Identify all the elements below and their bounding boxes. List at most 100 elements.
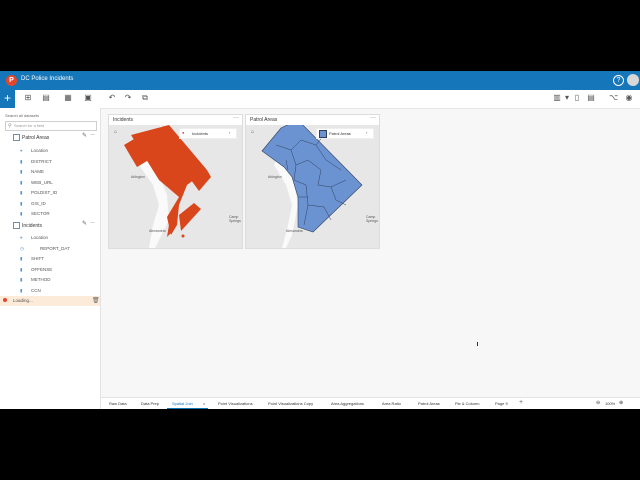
tab-spatial-join[interactable]: Spatial Join bbox=[172, 401, 193, 406]
app-logo-icon: P bbox=[6, 75, 17, 86]
map-label-alexandria: Alexandria bbox=[149, 229, 166, 233]
help-icon[interactable]: ? bbox=[613, 75, 624, 86]
search-input[interactable]: ⚲ Search for a field bbox=[5, 121, 97, 131]
map-area[interactable]: ⌂ ● Incidents › Arlington Alexandria Cam… bbox=[109, 125, 242, 248]
page-tabs: Raw Data Data Prep Spatial Join × Point … bbox=[101, 397, 640, 409]
tab-data-prep[interactable]: Data Prep bbox=[141, 401, 159, 406]
add-button[interactable]: + bbox=[0, 90, 15, 108]
string-field-icon: ▮ bbox=[20, 211, 23, 216]
tab-pie-column[interactable]: Pie & Column bbox=[455, 401, 479, 406]
location-icon: ⌖ bbox=[20, 235, 23, 240]
field-item[interactable]: WEB_URL bbox=[31, 180, 53, 185]
incidents-map bbox=[124, 125, 211, 248]
zoom-level: 100% bbox=[605, 401, 616, 406]
legend-label: Incidents bbox=[192, 131, 209, 136]
loading-icon bbox=[3, 298, 7, 302]
more-icon[interactable]: ··· bbox=[233, 115, 239, 121]
map-label-alexandria: Alexandria bbox=[286, 229, 303, 233]
tab-patrol-areas[interactable]: Patrol Areas bbox=[418, 401, 440, 406]
map-card-patrol-areas[interactable]: Patrol Areas ··· ⌂ Patrol Areas › Arling… bbox=[245, 114, 380, 249]
more-icon[interactable]: ··· bbox=[90, 132, 95, 138]
field-item[interactable]: CCN bbox=[31, 288, 41, 293]
home-icon[interactable]: ⌂ bbox=[114, 129, 117, 135]
edit-icon[interactable]: ✎ bbox=[82, 132, 87, 139]
map-label-arlington: Arlington bbox=[268, 175, 282, 179]
grid-icon[interactable]: ▦ bbox=[64, 94, 72, 102]
redo-icon[interactable]: ↷ bbox=[124, 94, 132, 102]
string-field-icon: ▮ bbox=[20, 256, 23, 261]
card-title: Patrol Areas bbox=[250, 117, 278, 123]
tab-page-9[interactable]: Page 9 bbox=[495, 401, 508, 406]
tab-raw-data[interactable]: Raw Data bbox=[109, 401, 127, 406]
fit-icon[interactable]: ⧉ bbox=[141, 94, 149, 102]
app-title: DC Police Incidents bbox=[21, 76, 74, 82]
home-icon[interactable]: ⌂ bbox=[251, 129, 254, 135]
avatar[interactable] bbox=[627, 74, 639, 86]
toolbar: + ⊞ ▤ ▦ ▣ ↶ ↷ ⧉ ▥ ▾ ▯ ▤ ⌥ ◉ bbox=[0, 90, 640, 109]
string-field-icon: ▮ bbox=[20, 201, 23, 206]
loading-row: Loading... 🗑 bbox=[0, 296, 100, 306]
dataset-title[interactable]: Incidents bbox=[22, 223, 42, 229]
map-card-incidents[interactable]: Incidents ··· ⌂ ● Incidents › Arlington … bbox=[108, 114, 243, 249]
map-label-arlington: Arlington bbox=[131, 175, 145, 179]
field-item[interactable]: METHOD bbox=[31, 277, 51, 282]
chevron-down-icon[interactable]: ▾ bbox=[563, 94, 571, 102]
trash-icon[interactable]: 🗑 bbox=[92, 297, 100, 304]
chevron-right-icon[interactable]: › bbox=[366, 130, 367, 135]
active-tab-indicator bbox=[167, 408, 208, 409]
string-field-icon: ▮ bbox=[20, 180, 23, 185]
patrol-areas-map bbox=[261, 125, 363, 248]
search-caption: Search all datasets bbox=[5, 113, 40, 118]
undo-icon[interactable]: ↶ bbox=[108, 94, 116, 102]
tab-area-aggregations[interactable]: Area Aggregations bbox=[331, 401, 364, 406]
tab-close-icon[interactable]: × bbox=[203, 401, 205, 406]
field-item[interactable]: DISTRICT bbox=[31, 159, 52, 164]
chevron-right-icon[interactable]: › bbox=[229, 130, 230, 135]
share-icon[interactable]: ⌥ bbox=[609, 94, 618, 102]
layout-icon[interactable]: ▤ bbox=[42, 94, 50, 102]
dataset-title[interactable]: Patrol Areas bbox=[22, 135, 49, 141]
app-window: P DC Police Incidents ? + ⊞ ▤ ▦ ▣ ↶ ↷ ⧉ … bbox=[0, 71, 640, 409]
field-item[interactable]: Location bbox=[31, 235, 48, 240]
filter-icon[interactable]: ▤ bbox=[587, 94, 595, 102]
more-icon[interactable]: ··· bbox=[90, 220, 95, 226]
legend-label: Patrol Areas bbox=[329, 131, 351, 136]
search-icon: ⚲ bbox=[8, 123, 12, 129]
map-legend[interactable]: Patrol Areas › bbox=[316, 128, 374, 139]
map-area[interactable]: ⌂ Patrol Areas › Arlington Alexandria Ca… bbox=[246, 125, 379, 248]
field-item[interactable]: POLDIST_ID bbox=[31, 190, 57, 195]
cards-view-icon[interactable]: ▥ bbox=[553, 94, 561, 102]
string-field-icon: ▮ bbox=[20, 267, 23, 272]
field-item[interactable]: OFFENSE bbox=[31, 267, 52, 272]
field-item[interactable]: NAME bbox=[31, 169, 44, 174]
legend-areas-icon bbox=[319, 130, 327, 138]
add-page-icon[interactable]: + bbox=[519, 399, 523, 406]
string-field-icon: ▮ bbox=[20, 190, 23, 195]
legend-points-icon: ● bbox=[182, 130, 185, 135]
field-item[interactable]: GIS_ID bbox=[31, 201, 46, 206]
tab-point-visualizations[interactable]: Point Visualizations bbox=[218, 401, 253, 406]
tab-area-ratio[interactable]: Area Ratio bbox=[382, 401, 401, 406]
title-bar: P DC Police Incidents ? bbox=[0, 71, 640, 90]
tab-point-visualizations-copy[interactable]: Point Visualizations Copy bbox=[268, 401, 313, 406]
field-item[interactable]: REPORT_DAT bbox=[40, 246, 70, 251]
dataset-table-icon bbox=[13, 134, 20, 141]
add-data-icon[interactable]: ⊞ bbox=[24, 94, 32, 102]
search-placeholder: Search for a field bbox=[14, 123, 45, 128]
string-field-icon: ▮ bbox=[20, 277, 23, 282]
table-icon[interactable]: ▣ bbox=[84, 94, 92, 102]
edit-icon[interactable]: ✎ bbox=[82, 220, 87, 227]
map-legend[interactable]: ● Incidents › bbox=[179, 128, 237, 139]
field-item[interactable]: SECTOR bbox=[31, 211, 50, 216]
string-field-icon: ▮ bbox=[20, 169, 23, 174]
data-pane: Search all datasets ⚲ Search for a field… bbox=[0, 108, 101, 409]
map-label-camp-springs: Camp Springs bbox=[366, 215, 378, 223]
location-icon: ⌖ bbox=[20, 148, 23, 153]
zoom-out-icon[interactable]: ⊖ bbox=[596, 400, 600, 406]
more-icon[interactable]: ··· bbox=[370, 115, 376, 121]
field-item[interactable]: SHIFT bbox=[31, 256, 44, 261]
zoom-in-icon[interactable]: ⊕ bbox=[619, 400, 623, 406]
field-item[interactable]: Location bbox=[31, 148, 48, 153]
eye-icon[interactable]: ◉ bbox=[625, 94, 633, 102]
chart-icon[interactable]: ▯ bbox=[573, 94, 581, 102]
